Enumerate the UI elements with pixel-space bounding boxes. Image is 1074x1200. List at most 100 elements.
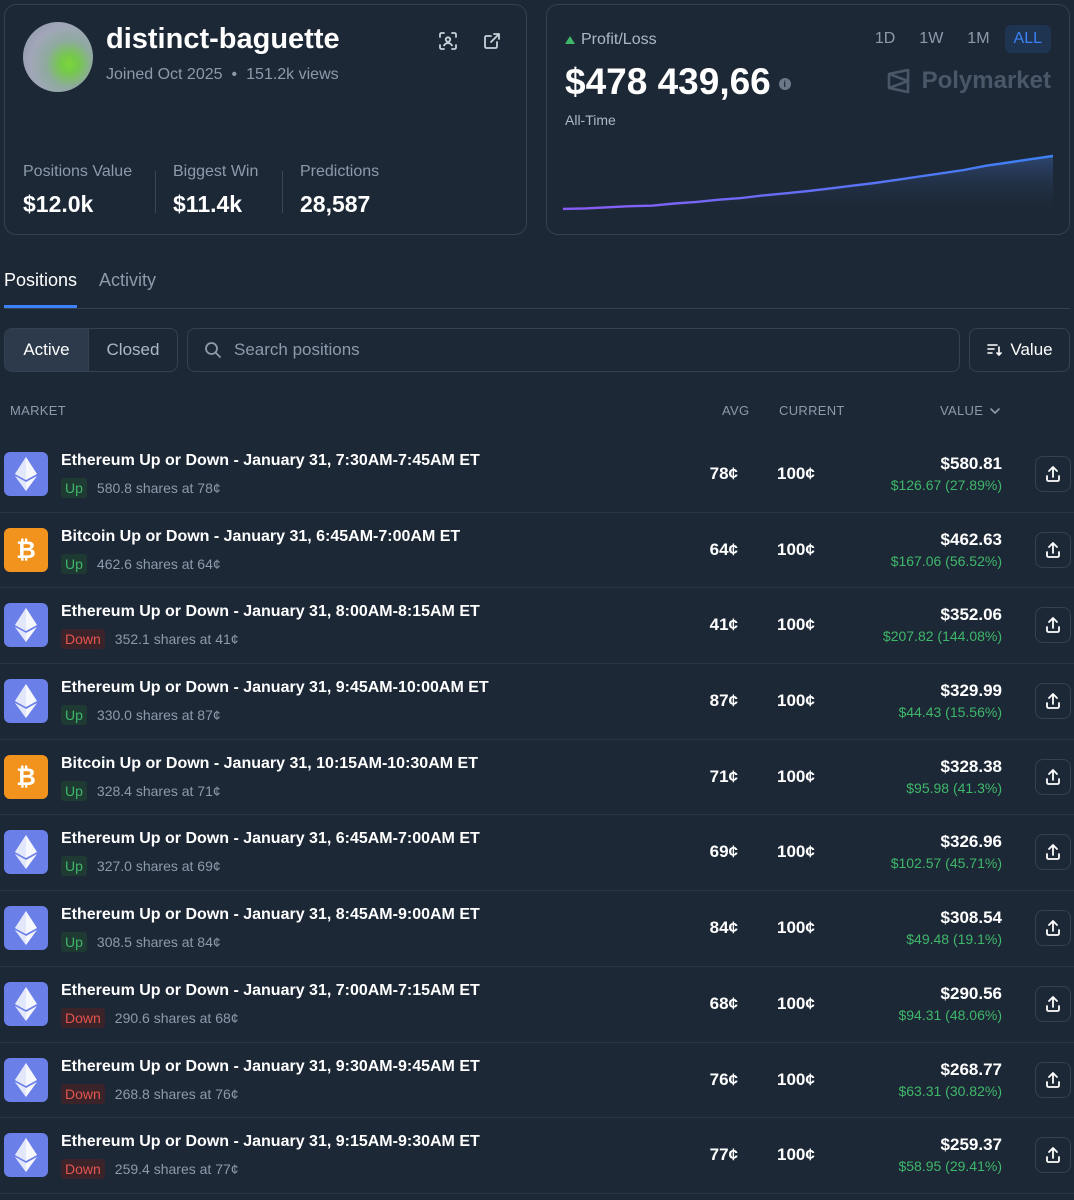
table-row[interactable]: Ethereum Up or Down - January 31, 9:45AM…	[0, 664, 1074, 740]
ethereum-coin	[4, 1057, 48, 1102]
profile-card: distinct-baguette Joined Oct 2025 • 151.2k…	[4, 4, 527, 235]
range-tab-all[interactable]: ALL	[1004, 25, 1051, 53]
share-button[interactable]	[1035, 910, 1071, 947]
table-row[interactable]: Ethereum Up or Down - January 31, 8:45AM…	[0, 891, 1074, 967]
upload-icon	[1046, 466, 1060, 482]
range-tab-1w[interactable]: 1W	[910, 25, 952, 53]
side-badge: Up	[61, 856, 87, 877]
position-pnl: $63.31 (30.82%)	[898, 1082, 1002, 1099]
share-button[interactable]	[1035, 758, 1071, 795]
range-tab-1d[interactable]: 1D	[866, 25, 904, 53]
scan-icon[interactable]	[436, 29, 460, 53]
view-count: 151.2k views	[246, 66, 339, 83]
position-value: $462.63	[940, 529, 1002, 549]
column-market: MARKET	[10, 403, 66, 418]
upload-icon	[1046, 768, 1060, 785]
position-info: Down 290.6 shares at 68¢	[61, 1007, 239, 1028]
market-title[interactable]: Ethereum Up or Down - January 31, 8:45AM…	[61, 906, 480, 924]
sort-label: Value	[1010, 340, 1053, 359]
avg-price: 84¢	[709, 918, 738, 938]
share-button[interactable]	[1035, 683, 1071, 720]
tab-activity[interactable]: Activity	[99, 270, 156, 308]
side-badge: Down	[61, 1159, 105, 1180]
ethereum-icon	[15, 457, 37, 491]
market-title[interactable]: Ethereum Up or Down - January 31, 9:30AM…	[61, 1058, 480, 1076]
market-title[interactable]: Bitcoin Up or Down - January 31, 6:45AM-…	[61, 528, 460, 546]
market-title[interactable]: Bitcoin Up or Down - January 31, 10:15AM…	[61, 755, 478, 773]
shares-info: 352.1 shares at 41¢	[114, 631, 239, 648]
table-row[interactable]: Ethereum Up or Down - January 31, 7:30AM…	[0, 437, 1074, 513]
pnl-amount: $478 439,66 i	[565, 61, 791, 103]
position-info: Up 330.0 shares at 87¢	[61, 705, 221, 726]
position-info: Up 462.6 shares at 64¢	[61, 553, 221, 574]
position-value: $328.38	[940, 756, 1002, 776]
filter-closed-button[interactable]: Closed	[89, 329, 177, 371]
table-row[interactable]: Ethereum Up or Down - January 31, 7:00AM…	[0, 967, 1074, 1043]
avatar[interactable]	[23, 22, 93, 92]
shares-info: 328.4 shares at 71¢	[96, 782, 221, 799]
table-row[interactable]: Ethereum Up or Down - January 31, 6:45AM…	[0, 815, 1074, 892]
avg-price: 87¢	[709, 691, 738, 711]
share-button[interactable]	[1035, 456, 1071, 492]
shares-info: 330.0 shares at 87¢	[96, 707, 221, 724]
info-icon[interactable]: i	[778, 78, 791, 90]
sort-button[interactable]: Value	[969, 328, 1070, 372]
share-button[interactable]	[1035, 985, 1071, 1022]
market-title[interactable]: Ethereum Up or Down - January 31, 7:30AM…	[61, 452, 480, 470]
current-price: 100¢	[777, 993, 815, 1013]
column-value[interactable]: VALUE	[940, 403, 1001, 418]
bitcoin-icon: ₿	[16, 763, 36, 791]
bitcoin-coin: ₿	[4, 754, 48, 799]
share-button[interactable]	[1035, 531, 1071, 568]
table-row[interactable]: ₿ Bitcoin Up or Down - January 31, 10:15…	[0, 740, 1074, 816]
market-title[interactable]: Ethereum Up or Down - January 31, 9:45AM…	[61, 679, 489, 697]
search-input[interactable]	[234, 340, 914, 360]
position-pnl: $44.43 (15.56%)	[898, 704, 1002, 721]
ethereum-coin	[4, 452, 48, 496]
current-price: 100¢	[777, 691, 815, 711]
share-button[interactable]	[1035, 607, 1071, 644]
position-pnl: $49.48 (19.1%)	[906, 931, 1002, 948]
market-title[interactable]: Ethereum Up or Down - January 31, 6:45AM…	[61, 830, 480, 848]
avg-price: 41¢	[709, 615, 738, 635]
market-title[interactable]: Ethereum Up or Down - January 31, 7:00AM…	[61, 982, 480, 1000]
upload-icon	[1046, 920, 1060, 937]
share-button[interactable]	[1035, 1137, 1071, 1174]
search-box	[187, 328, 960, 372]
table-row[interactable]: Ethereum Up or Down - January 31, 8:00AM…	[0, 588, 1074, 665]
avg-price: 77¢	[709, 1145, 738, 1165]
position-pnl: $126.67 (27.89%)	[890, 477, 1002, 493]
shares-info: 290.6 shares at 68¢	[114, 1009, 239, 1026]
range-tab-1m[interactable]: 1M	[958, 25, 998, 53]
external-link-icon[interactable]	[480, 29, 504, 53]
table-row[interactable]: Ethereum Up or Down - January 31, 9:30AM…	[0, 1043, 1074, 1119]
ethereum-coin	[4, 906, 48, 951]
filter-active-button[interactable]: Active	[5, 329, 89, 371]
main-tabs: Positions Activity	[4, 270, 156, 308]
share-button[interactable]	[1035, 1061, 1071, 1098]
market-title[interactable]: Ethereum Up or Down - January 31, 9:15AM…	[61, 1133, 480, 1151]
position-pnl: $167.06 (56.52%)	[890, 552, 1002, 569]
upload-icon	[1046, 541, 1060, 558]
pnl-period: All-Time	[565, 112, 616, 128]
table-row[interactable]: Ethereum Up or Down - January 31, 9:15AM…	[0, 1118, 1074, 1194]
shares-info: 462.6 shares at 64¢	[96, 555, 221, 572]
current-price: 100¢	[777, 918, 815, 938]
column-avg: AVG	[722, 403, 750, 418]
avg-price: 68¢	[709, 993, 738, 1013]
current-price: 100¢	[777, 1069, 815, 1089]
stat-value: 28,587	[300, 191, 371, 217]
stat-label: Biggest Win	[173, 163, 259, 180]
ethereum-coin	[4, 679, 48, 724]
range-tabs: 1D 1W 1M ALL	[866, 25, 1051, 53]
share-button[interactable]	[1035, 834, 1071, 871]
table-row[interactable]: ₿ Bitcoin Up or Down - January 31, 6:45A…	[0, 513, 1074, 589]
market-title[interactable]: Ethereum Up or Down - January 31, 8:00AM…	[61, 603, 480, 621]
avg-price: 69¢	[709, 842, 738, 862]
current-price: 100¢	[777, 1145, 815, 1165]
stat-biggest-win: Biggest Win $11.4k	[173, 163, 258, 218]
avg-price: 64¢	[709, 539, 738, 559]
tab-positions[interactable]: Positions	[4, 270, 78, 308]
pnl-amount-value: $478 439,66	[565, 61, 771, 102]
upload-icon	[1046, 844, 1060, 861]
